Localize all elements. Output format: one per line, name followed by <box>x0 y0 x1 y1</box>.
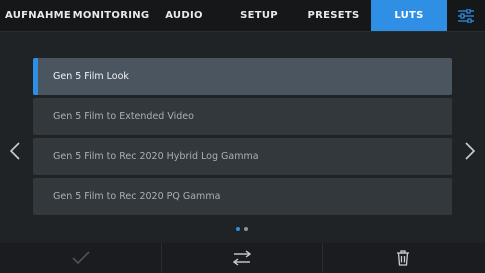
swap-button[interactable] <box>161 243 322 273</box>
top-tab-bar: AUFNAHME MONITORING AUDIO SETUP PRESETS … <box>0 0 485 31</box>
lut-item-label: Gen 5 Film to Rec 2020 PQ Gamma <box>53 191 221 202</box>
tab-luts[interactable]: LUTS <box>371 0 447 31</box>
lut-item-label: Gen 5 Film Look <box>53 71 129 82</box>
page-dot-active <box>236 227 240 231</box>
lut-item-label: Gen 5 Film to Rec 2020 Hybrid Log Gamma <box>53 151 259 162</box>
tab-presets[interactable]: PRESETS <box>296 0 371 31</box>
topbar-divider <box>0 31 485 32</box>
lut-item-gen5-film-look[interactable]: Gen 5 Film Look <box>33 58 452 95</box>
tab-monitoring[interactable]: MONITORING <box>73 0 150 31</box>
tab-aufnahme[interactable]: AUFNAHME <box>0 0 76 31</box>
lut-item-rec2020-pq[interactable]: Gen 5 Film to Rec 2020 PQ Gamma <box>33 178 452 215</box>
page-indicator <box>236 227 248 231</box>
chevron-right-icon[interactable] <box>464 141 476 161</box>
lut-item-rec2020-hlg[interactable]: Gen 5 Film to Rec 2020 Hybrid Log Gamma <box>33 138 452 175</box>
settings-button[interactable] <box>447 0 485 31</box>
delete-button[interactable] <box>322 243 483 273</box>
swap-arrows-icon <box>232 250 252 266</box>
checkmark-icon <box>71 251 90 265</box>
bottom-action-bar <box>0 243 485 273</box>
lut-list: Gen 5 Film Look Gen 5 Film to Extended V… <box>33 58 452 218</box>
sliders-icon <box>458 8 474 23</box>
tab-setup[interactable]: SETUP <box>222 0 296 31</box>
lut-item-label: Gen 5 Film to Extended Video <box>53 111 194 122</box>
chevron-left-icon[interactable] <box>9 141 21 161</box>
confirm-button[interactable] <box>0 243 161 273</box>
lut-item-extended-video[interactable]: Gen 5 Film to Extended Video <box>33 98 452 135</box>
trash-icon <box>397 250 409 266</box>
tab-audio[interactable]: AUDIO <box>146 0 222 31</box>
selection-indicator <box>33 58 38 95</box>
page-dot <box>244 227 248 231</box>
